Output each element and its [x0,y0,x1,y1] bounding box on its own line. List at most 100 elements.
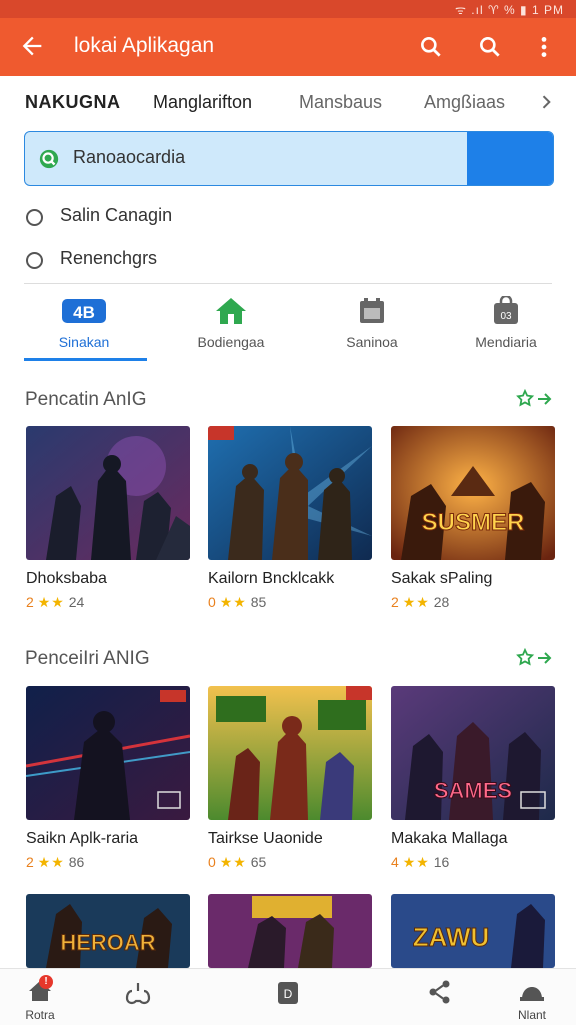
app-rating: 2 ★★ 28 [391,594,555,611]
app-rating: 4 ★★ 16 [391,854,555,871]
nav-label: Nlant [517,1008,546,1022]
app-thumbnail[interactable]: ZAWU [391,894,555,968]
category-tab-sinakan[interactable]: 4B Sinakan [19,296,149,358]
back-arrow-icon[interactable] [18,32,46,60]
app-thumbnail[interactable]: SUSMER [391,426,555,560]
app-card[interactable]: SUSMER Sakak sPaling 2 ★★ 28 [391,426,555,611]
tab-3[interactable]: Amgßiaas [424,92,505,113]
star-icon: ★★ [219,854,247,870]
category-tab-bodiengaa[interactable]: Bodiengaa [166,296,296,358]
star-icon: ★★ [402,854,430,870]
app-thumbnail[interactable]: HEROAR [26,894,190,968]
app-card[interactable] [208,894,372,968]
thumbnail-logo-text: HEROAR [60,930,155,955]
app-thumbnail[interactable] [26,686,190,820]
rating-value: 4 [391,854,399,870]
section-title: Pencatin AnIG [25,389,147,410]
app-card[interactable]: Saikn Aplk-raria 2 ★★ 86 [26,686,190,871]
star-icon: ★★ [37,854,65,870]
option-label: Renenchgrs [60,248,158,268]
app-thumbnail[interactable]: SAMES [391,686,555,820]
search-icon[interactable] [477,34,503,60]
svg-text:03: 03 [500,311,512,322]
search-button[interactable] [467,132,553,185]
search-input[interactable]: Ranoaocardia [73,147,185,168]
app-card[interactable]: HEROAR [26,894,190,968]
apps-logo-icon: 4B [62,299,106,323]
status-bar-text: ᯤ .ıl ♈ % ▮ 1 PM [455,3,564,17]
apps-icon: D [278,982,298,1004]
app-name: Tairkse Uaonide [208,830,323,847]
category-label: Mendiaria [475,334,537,350]
app-card[interactable]: Tairkse Uaonide 0 ★★ 65 [208,686,372,871]
search-green-icon [39,149,59,169]
rating-value: 2 [391,594,399,610]
account-icon [520,987,544,1001]
app-thumbnail[interactable] [208,894,372,968]
star-icon: ★★ [402,594,430,610]
nav-apps[interactable]: D [266,979,310,1012]
more-vertical-icon[interactable] [531,34,557,60]
see-more-icon[interactable] [516,389,554,409]
rating-count: 86 [68,854,85,870]
app-name: Makaka Mallaga [391,830,508,847]
svg-text:4B: 4B [73,303,95,322]
app-rating: 2 ★★ 86 [26,854,190,871]
rating-count: 24 [68,594,85,610]
category-tab-saninoa[interactable]: Saninoa [307,296,437,358]
bag-icon: 03 [494,296,518,324]
see-more-icon[interactable] [516,648,554,668]
app-card[interactable]: Dhoksbaba 2 ★★ 24 [26,426,190,611]
rating-value: 0 [208,594,216,610]
radio-icon[interactable] [26,209,43,226]
app-rating: 2 ★★ 24 [26,594,190,611]
app-name: Kailorn Bncklcakk [208,570,335,587]
thumbnail-logo-text: ZAWU [413,922,490,952]
chevron-right-icon[interactable] [536,92,556,112]
active-tab-indicator [24,358,147,361]
top-tabs: NAKUGNA Manglarifton Mansbaus Amgßiaas [0,78,576,126]
divider [24,283,552,284]
nav-account[interactable]: Nlant [510,979,554,1022]
star-icon: ★★ [37,594,65,610]
nav-games[interactable] [116,979,160,1012]
search-icon[interactable] [418,34,444,60]
category-label: Sinakan [58,334,110,350]
app-thumbnail[interactable] [208,686,372,820]
category-label: Bodiengaa [197,334,265,350]
app-name: Dhoksbaba [26,570,107,587]
thumbnail-logo-text: SAMES [434,778,512,803]
search-field[interactable]: Ranoaocardia [24,131,554,186]
tab-0[interactable]: NAKUGNA [25,92,121,113]
app-bar: lokai Aplikagan [0,18,576,76]
app-card[interactable]: ZAWU [391,894,555,968]
rating-count: 16 [433,854,450,870]
page-title: lokai Aplikagan [74,34,215,57]
tab-1[interactable]: Manglarifton [153,92,252,113]
app-rating: 0 ★★ 65 [208,854,372,871]
nav-share[interactable] [418,979,462,1010]
app-card[interactable]: Kailorn Bncklcakk 0 ★★ 85 [208,426,372,611]
status-bar: ᯤ .ıl ♈ % ▮ 1 PM [0,0,576,18]
category-tab-mendiaria[interactable]: 03 Mendiaria [441,296,571,358]
tab-2[interactable]: Mansbaus [299,92,382,113]
section-title: PenceiIri ANIG [25,648,150,669]
rating-count: 85 [250,594,267,610]
star-icon: ★★ [219,594,247,610]
nav-home[interactable]: ! Rotra [18,975,62,1022]
app-thumbnail[interactable] [208,426,372,560]
rating-value: 2 [26,594,34,610]
app-name: Saikn Aplk-raria [26,830,139,847]
bottom-navigation: ! Rotra D Nlant [0,968,576,1025]
radio-icon[interactable] [26,252,43,269]
option-label: Salin Canagin [60,205,173,225]
category-label: Saninoa [346,334,398,350]
thumbnail-logo-text: SUSMER [422,509,525,536]
calendar-icon [360,298,384,323]
rating-value: 0 [208,854,216,870]
share-icon [429,980,450,1004]
app-thumbnail[interactable] [26,426,190,560]
app-rating: 0 ★★ 85 [208,594,372,611]
nav-label: Rotra [25,1008,55,1022]
app-card[interactable]: SAMES Makaka Mallaga 4 ★★ 16 [391,686,555,871]
